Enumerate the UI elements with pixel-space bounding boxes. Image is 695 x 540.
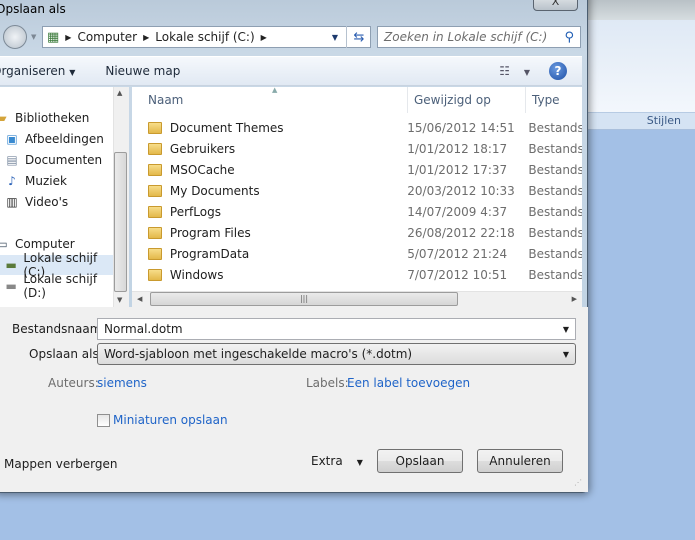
dialog-title: Opslaan als: [0, 2, 66, 16]
filename-label: Bestandsnaam:: [12, 322, 106, 336]
nav-item-music[interactable]: ♪ Muziek: [0, 171, 113, 191]
documents-icon: ▤: [6, 153, 18, 167]
chevron-right-icon: ▶: [65, 32, 72, 42]
new-folder-button[interactable]: Nieuwe map: [105, 64, 180, 78]
resize-grip[interactable]: ⋰: [574, 478, 582, 487]
tags-input[interactable]: Een label toevoegen: [347, 376, 470, 390]
save-button[interactable]: Opslaan: [377, 449, 463, 473]
refresh-button[interactable]: ⇆: [346, 26, 371, 48]
background-ribbon: [588, 20, 695, 112]
chevron-right-icon: ▶: [143, 32, 150, 42]
background-window-titlebar: [588, 0, 695, 20]
music-icon: ♪: [8, 174, 16, 188]
file-list-header: ▲ Naam Gewijzigd op Type: [132, 86, 582, 113]
horizontal-scrollbar-thumb[interactable]: |||: [150, 292, 458, 306]
file-row[interactable]: Windows7/07/2012 10:51Bestandsmap: [148, 265, 582, 285]
folder-icon: [148, 185, 162, 197]
authors-value[interactable]: siemens: [97, 376, 147, 390]
folder-icon: [148, 248, 162, 260]
breadcrumb-computer[interactable]: ▶ Computer: [65, 30, 137, 44]
file-row[interactable]: MSOCache1/01/2012 17:37Bestandsmap: [148, 160, 582, 180]
folder-icon: [148, 227, 162, 239]
save-thumbnails-label[interactable]: Miniaturen opslaan: [113, 413, 228, 427]
column-name[interactable]: ▲ Naam: [142, 86, 408, 113]
folder-icon: [148, 206, 162, 218]
nav-item-pictures[interactable]: ▣ Afbeeldingen: [0, 129, 113, 149]
authors-label: Auteurs:: [48, 376, 99, 390]
chevron-right-icon: ▶: [260, 32, 267, 42]
video-icon: ▥: [6, 195, 18, 209]
nav-item-drive-d[interactable]: ▬ Lokale schijf (D:): [0, 272, 113, 300]
address-dropdown-icon[interactable]: ▼: [332, 33, 338, 42]
breadcrumb-more[interactable]: ▶: [261, 33, 273, 42]
folder-icon: [148, 122, 162, 134]
library-icon: ▰: [0, 111, 7, 125]
hide-folders-button[interactable]: Mappen verbergen: [4, 457, 118, 471]
folder-icon: [148, 143, 162, 155]
address-bar[interactable]: ▦ ▶ Computer ▶ Lokale schijf (C:) ▶ ▼: [42, 26, 371, 48]
view-options-button[interactable]: ☷ ▼: [499, 64, 530, 78]
save-thumbnails-checkbox[interactable]: [97, 414, 110, 427]
close-button[interactable]: X: [533, 0, 578, 11]
file-row[interactable]: Document Themes15/06/2012 14:51Bestandsm…: [148, 118, 582, 138]
nav-item-documents[interactable]: ▤ Documenten: [0, 150, 113, 170]
navigation-pane: ▰ Bibliotheken ▣ Afbeeldingen ▤ Documenten …: [0, 87, 129, 307]
file-row[interactable]: PerfLogs14/07/2009 4:37Bestandsmap: [148, 202, 582, 222]
back-button[interactable]: [3, 25, 27, 49]
folder-icon: [148, 269, 162, 281]
recent-pages-dropdown[interactable]: ▼: [31, 33, 36, 41]
file-row[interactable]: Program Files26/08/2012 22:18Bestandsmap: [148, 223, 582, 243]
toolbar: Organiseren ▼ Nieuwe map ☷ ▼: [0, 56, 582, 86]
computer-icon: ▦: [47, 29, 60, 45]
drive-icon: ▬: [5, 258, 17, 272]
refresh-icon: ⇆: [353, 29, 365, 45]
tools-menu[interactable]: Extra ▼: [311, 454, 363, 468]
search-icon: ⚲: [564, 29, 574, 45]
organize-menu[interactable]: Organiseren ▼: [0, 64, 75, 78]
background-ribbon-group-bar: Stijlen: [588, 112, 695, 130]
tags-label: Labels:: [306, 376, 349, 390]
computer-icon: ▭: [0, 237, 8, 251]
cancel-button[interactable]: Annuleren: [477, 449, 563, 473]
save-type-label: Opslaan als:: [29, 347, 103, 361]
filename-input[interactable]: Normal.dotm ▼: [97, 318, 576, 340]
help-button[interactable]: ?: [549, 62, 567, 80]
file-row[interactable]: My Documents20/03/2012 10:33Bestandsmap: [148, 181, 582, 201]
folder-icon: [148, 164, 162, 176]
ribbon-group-styles: Stijlen: [646, 114, 681, 127]
nav-item-libraries[interactable]: ▰ Bibliotheken: [0, 108, 113, 128]
nav-scrollbar-thumb[interactable]: [114, 152, 127, 292]
nav-item-videos[interactable]: ▥ Video's: [0, 192, 113, 212]
details-view-icon: ☷: [499, 64, 511, 78]
chevron-down-icon: ▼: [562, 324, 569, 334]
file-row[interactable]: ProgramData5/07/2012 21:24Bestandsmap: [148, 244, 582, 264]
search-input[interactable]: Zoeken in Lokale schijf (C:) ⚲: [377, 26, 581, 48]
column-modified[interactable]: Gewijzigd op: [408, 87, 526, 113]
drive-icon: ▬: [5, 279, 17, 293]
chevron-down-icon: ▼: [562, 349, 569, 359]
file-row[interactable]: Gebruikers1/01/2012 18:17Bestandsmap: [148, 139, 582, 159]
save-type-select[interactable]: Word-sjabloon met ingeschakelde macro's …: [97, 343, 576, 365]
column-type[interactable]: Type: [526, 87, 582, 113]
breadcrumb-drive-c[interactable]: ▶ Lokale schijf (C:): [143, 30, 255, 44]
pictures-icon: ▣: [6, 132, 18, 146]
